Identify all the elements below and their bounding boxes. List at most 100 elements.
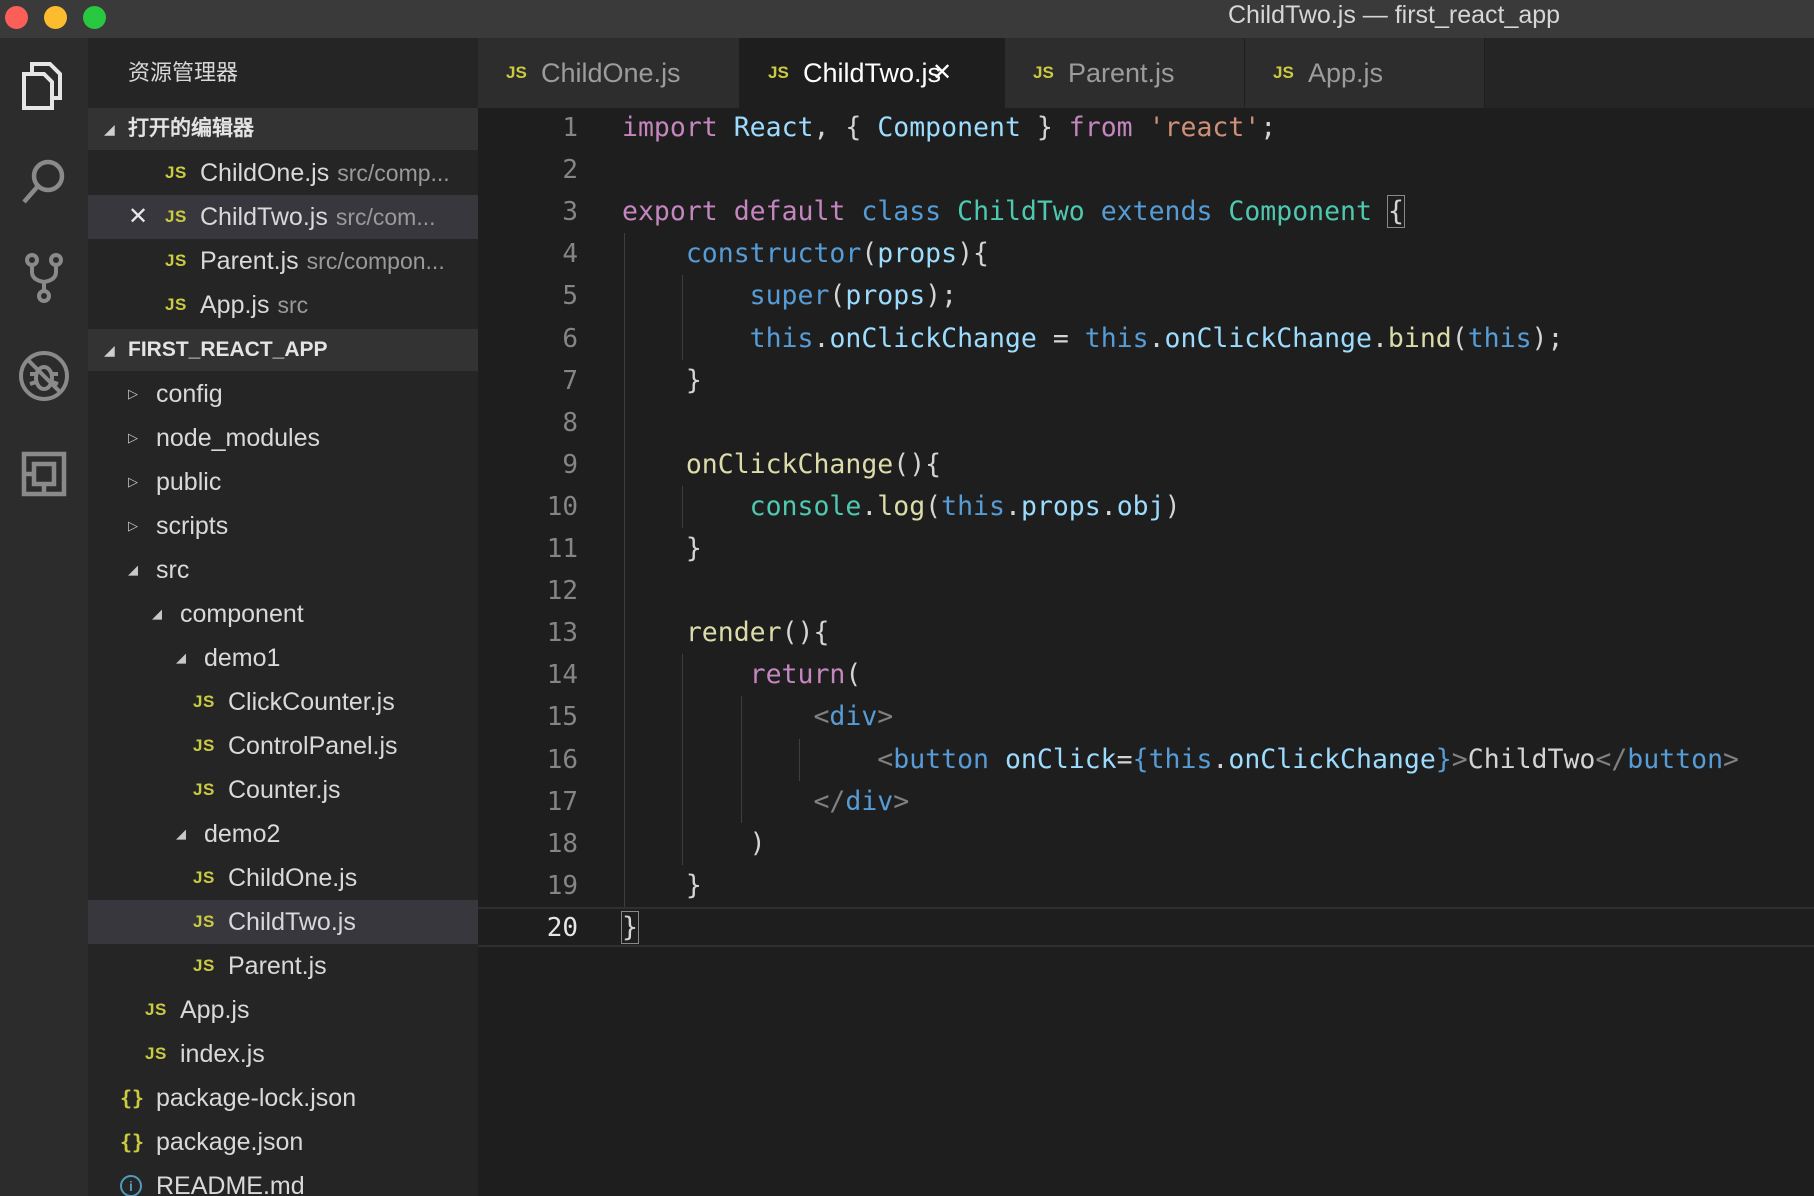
tree-folder-scripts[interactable]: ▷ scripts (88, 504, 478, 548)
tab-label: ChildOne.js (541, 58, 681, 88)
tree-folder-component[interactable]: ◢ component (88, 592, 478, 636)
tree-file-readme[interactable]: i README.md (88, 1164, 478, 1196)
code-token: (){ (781, 617, 830, 649)
chevron-down-icon: ◢ (152, 606, 162, 621)
explorer-icon[interactable] (0, 38, 88, 134)
json-file-icon: {} (120, 1130, 145, 1154)
code-token: > (893, 785, 910, 817)
code-token: } (1020, 112, 1069, 143)
debug-icon[interactable] (0, 328, 88, 424)
code-token: class (861, 196, 942, 228)
tree-item-label: App.js (180, 996, 250, 1024)
tree-folder-public[interactable]: ▷ public (88, 460, 478, 504)
tree-file-index[interactable]: JS index.js (88, 1032, 478, 1076)
code-line: onClickChange(){ (622, 444, 941, 486)
open-editor-name: ChildTwo.js (200, 203, 328, 231)
code-line: return( (622, 654, 862, 696)
code-token: { (1132, 743, 1149, 775)
source-control-icon[interactable] (0, 230, 88, 326)
tree-file-clickcounter[interactable]: JS ClickCounter.js (88, 680, 478, 724)
tree-file-childone[interactable]: JS ChildOne.js (88, 856, 478, 900)
tree-file-parent[interactable]: JS Parent.js (88, 944, 478, 988)
tree-folder-node-modules[interactable]: ▷ node_modules (88, 416, 478, 460)
code-line: } (622, 360, 702, 402)
code-line: export default class ChildTwo extends Co… (622, 191, 1405, 233)
open-editor-item[interactable]: JS Parent.js src/compon... (88, 239, 478, 283)
code-token: ( (845, 659, 862, 691)
code-editor[interactable]: 1 2 3 4 5 6 7 8 9 10 11 12 13 14 15 16 17 18 19 20 import R… (478, 108, 1814, 1196)
code-token: this (1084, 322, 1149, 354)
chevron-right-icon: ▷ (128, 518, 138, 533)
project-header[interactable]: ◢ FIRST_REACT_APP (88, 329, 478, 371)
search-icon[interactable] (0, 134, 88, 230)
line-number: 1 (562, 113, 578, 143)
indent-guide (740, 696, 742, 823)
tree-folder-demo2[interactable]: ◢ demo2 (88, 812, 478, 856)
tree-file-childtwo[interactable]: JS ChildTwo.js (88, 900, 478, 944)
open-editors-header[interactable]: ◢ 打开的编辑器 (88, 108, 478, 150)
explorer-title: 资源管理器 (128, 60, 239, 85)
tab-label: ChildTwo.js (803, 58, 942, 88)
open-editor-item[interactable]: ✕ JS ChildTwo.js src/com... (88, 195, 478, 239)
close-icon[interactable]: ✕ (932, 38, 952, 108)
window-title: ChildTwo.js — first_react_app (1228, 1, 1561, 29)
code-token: props (845, 280, 926, 312)
code-token: ( (829, 280, 846, 312)
tab-childtwo[interactable]: JS ChildTwo.js ✕ (740, 38, 1005, 108)
close-icon[interactable]: ✕ (128, 195, 148, 239)
tree-item-label: public (156, 468, 222, 496)
code-token: > (1451, 743, 1468, 775)
js-file-icon: JS (165, 207, 187, 226)
code-token: } (622, 533, 702, 564)
window-close-button[interactable] (5, 6, 28, 29)
js-file-icon: JS (1273, 63, 1294, 82)
indent-guide (624, 233, 625, 907)
tab-app[interactable]: JS App.js (1245, 38, 1485, 108)
js-file-icon: JS (165, 163, 187, 182)
tree-file-app[interactable]: JS App.js (88, 988, 478, 1032)
tree-folder-config[interactable]: ▷ config (88, 372, 478, 416)
tree-file-controlpanel[interactable]: JS ControlPanel.js (88, 724, 478, 768)
tree-file-package[interactable]: {} package.json (88, 1120, 478, 1164)
line-number: 20 (546, 912, 578, 943)
open-editor-item[interactable]: JS ChildOne.js src/comp... (88, 151, 478, 195)
tree-item-label: index.js (180, 1040, 265, 1068)
code-line: this.onClickChange = this.onClickChange.… (622, 318, 1564, 360)
code-line: </div> (622, 781, 909, 823)
code-token: onClickChange (685, 448, 894, 480)
tree-file-counter[interactable]: JS Counter.js (88, 768, 478, 812)
code-line: } (621, 907, 639, 949)
code-token: onClickChange (829, 322, 1037, 354)
chevron-down-icon: ◢ (104, 342, 115, 358)
open-editor-item[interactable]: JS App.js src (88, 283, 478, 327)
js-file-icon: JS (193, 868, 215, 887)
code-token: = (1116, 743, 1133, 775)
code-token: div (845, 785, 894, 817)
code-token: super (749, 280, 830, 312)
tree-file-package-lock[interactable]: {} package-lock.json (88, 1076, 478, 1120)
code-token: Component (877, 112, 1021, 143)
line-number: 7 (562, 365, 578, 396)
window-minimize-button[interactable] (44, 6, 67, 29)
code-token: ChildTwo (957, 196, 1085, 228)
code-token: onClickChange (1164, 322, 1372, 354)
window-maximize-button[interactable] (83, 6, 106, 29)
code-token: . (1148, 322, 1165, 354)
tab-parent[interactable]: JS Parent.js (1005, 38, 1245, 108)
extensions-icon[interactable] (0, 426, 88, 522)
tab-childone[interactable]: JS ChildOne.js (478, 38, 740, 108)
js-file-icon: JS (193, 736, 215, 755)
code-token: 'react' (1148, 112, 1261, 143)
tree-folder-demo1[interactable]: ◢ demo1 (88, 636, 478, 680)
open-editor-name: ChildOne.js (200, 159, 330, 187)
indent-guide (682, 275, 684, 360)
js-file-icon: JS (193, 912, 215, 931)
tree-folder-src[interactable]: ◢ src (88, 548, 478, 592)
code-token: button (1627, 743, 1724, 775)
